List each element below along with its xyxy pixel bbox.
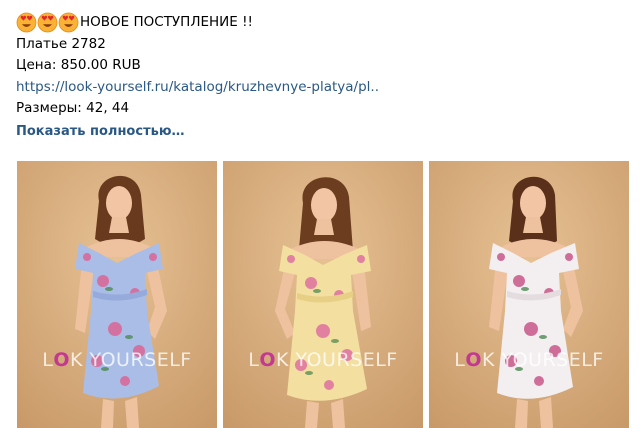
heart-eyes-emoji-icon bbox=[16, 12, 37, 33]
product-photo[interactable]: LOK YOURSELF bbox=[429, 161, 629, 428]
show-more-link[interactable]: Показать полностью… bbox=[16, 121, 379, 143]
product-link[interactable]: https://look-yourself.ru/katalog/kruzhev… bbox=[16, 77, 379, 99]
headline-text: НОВОЕ ПОСТУПЛЕНИЕ !! bbox=[80, 14, 253, 30]
watermark: LOK YOURSELF bbox=[42, 349, 192, 371]
product-photo[interactable]: LOK YOURSELF bbox=[223, 161, 423, 428]
product-name: Платье 2782 bbox=[16, 35, 106, 52]
watermark: LOK YOURSELF bbox=[248, 349, 398, 371]
wall-post: НОВОЕ ПОСТУПЛЕНИЕ !! Платье 2782 Цена: 8… bbox=[0, 0, 640, 428]
watermark: LOK YOURSELF bbox=[454, 349, 604, 371]
heart-eyes-emoji-icon bbox=[58, 12, 79, 33]
price-text: Цена: 850.00 RUB bbox=[16, 57, 141, 74]
photo-grid: LOK YOURSELF LOK YOURSELF LOK YOURSELF bbox=[17, 161, 629, 428]
heart-eyes-emoji-icon bbox=[37, 12, 58, 33]
post-text: НОВОЕ ПОСТУПЛЕНИЕ !! Платье 2782 Цена: 8… bbox=[16, 12, 379, 143]
sizes-text: Размеры: 42, 44 bbox=[16, 100, 130, 117]
product-photo[interactable]: LOK YOURSELF bbox=[17, 161, 217, 428]
emoji-row bbox=[16, 12, 79, 33]
headline-line: НОВОЕ ПОСТУПЛЕНИЕ !! bbox=[16, 12, 379, 34]
